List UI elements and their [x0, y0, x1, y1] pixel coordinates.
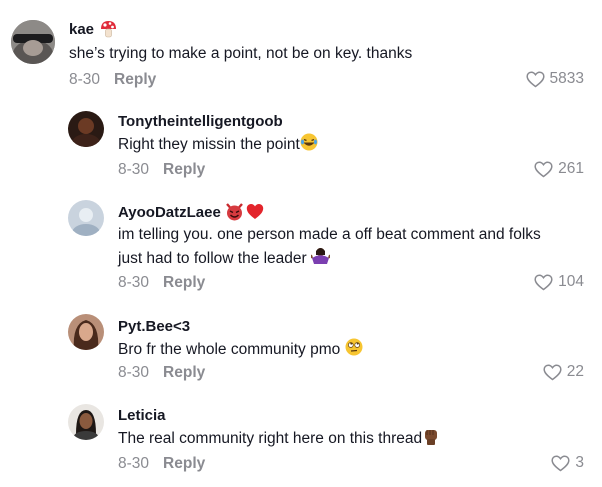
comment-item: AyooDatzLaee im telling you. one person … [0, 195, 602, 308]
like-count: 261 [558, 160, 584, 177]
like-button[interactable]: 104 [534, 273, 584, 291]
reply-button[interactable]: Reply [163, 364, 205, 381]
heart-icon [543, 363, 562, 380]
heart-emoji-icon [246, 203, 264, 225]
avatar[interactable] [68, 404, 104, 440]
avatar[interactable] [68, 111, 104, 147]
comment-username[interactable]: kae [69, 21, 94, 38]
comment-date: 8-30 [118, 161, 150, 178]
comment-username[interactable]: AyooDatzLaee [118, 204, 221, 221]
comment-username[interactable]: Tonytheintelligentgoob [118, 113, 283, 130]
comment-text: Right they missin the point [118, 133, 318, 158]
mushroom-icon [100, 20, 117, 43]
comment-item: Pyt.Bee<3 Bro fr the whole community pmo… [0, 308, 602, 398]
comment-date: 8-30 [118, 455, 150, 472]
comment-username[interactable]: Leticia [118, 407, 166, 424]
comment-text: she’s trying to make a point, not be on … [69, 45, 413, 62]
person-shrugging-icon [310, 246, 331, 272]
reply-button[interactable]: Reply [163, 274, 205, 291]
comment-item: kae she’s trying to make a point, not be… [0, 0, 602, 100]
comment-date: 8-30 [118, 364, 150, 381]
like-count: 3 [575, 454, 584, 471]
reply-button[interactable]: Reply [163, 455, 205, 472]
like-button[interactable]: 3 [551, 454, 584, 472]
like-count: 104 [558, 273, 584, 290]
comment-text-line: im telling you. one person made a off be… [118, 226, 541, 243]
comment-text: Bro fr the whole community pmo [118, 338, 363, 363]
comment-meta: 8-30 Reply [69, 71, 156, 89]
laughing-face-icon [300, 133, 318, 158]
comment-meta: 8-30 Reply [118, 161, 205, 179]
comment-username[interactable]: Pyt.Bee<3 [118, 318, 190, 335]
comment-meta: 8-30 Reply [118, 274, 205, 292]
comment-text: The real community right here on this th… [118, 427, 440, 452]
like-count: 22 [566, 363, 584, 380]
heart-icon [525, 70, 545, 87]
like-count: 5833 [549, 70, 584, 87]
reply-button[interactable]: Reply [163, 161, 205, 178]
like-button[interactable]: 22 [543, 363, 584, 381]
comment-item: Tonytheintelligentgoob Right they missin… [0, 100, 602, 195]
comment-date: 8-30 [118, 274, 150, 291]
avatar[interactable] [68, 200, 104, 236]
heart-icon [534, 160, 553, 177]
reply-button[interactable]: Reply [114, 71, 156, 88]
comment-meta: 8-30 Reply [118, 455, 205, 473]
comment-text-line: just had to follow the leader [118, 246, 331, 272]
heart-icon [534, 273, 553, 290]
like-button[interactable]: 261 [534, 160, 584, 178]
heart-icon [551, 454, 570, 471]
raised-fist-icon [422, 427, 440, 452]
comment-date: 8-30 [69, 71, 101, 88]
avatar[interactable] [68, 314, 104, 350]
comment-item: Leticia The real community right here on… [0, 398, 602, 487]
like-button[interactable]: 5833 [525, 70, 584, 88]
comment-meta: 8-30 Reply [118, 364, 205, 382]
avatar[interactable] [11, 20, 55, 64]
eye-roll-face-icon [345, 338, 363, 363]
